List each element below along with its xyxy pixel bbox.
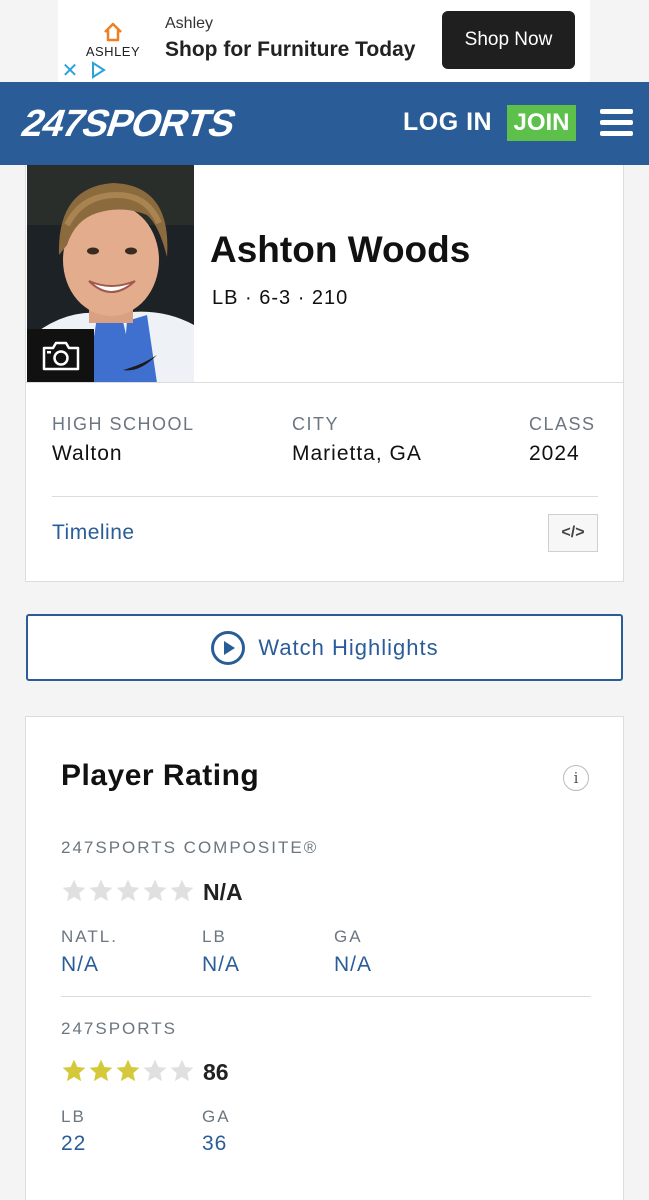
ashley-logo: ASHLEY bbox=[78, 22, 148, 59]
divider bbox=[61, 996, 591, 997]
high-school-label: HIGH SCHOOL bbox=[52, 414, 195, 434]
star-empty-icon bbox=[62, 879, 86, 902]
ad-close-icon[interactable]: ✕ bbox=[58, 58, 82, 82]
composite-state-value[interactable]: N/A bbox=[334, 953, 372, 977]
247sports-state-value[interactable]: 36 bbox=[202, 1132, 227, 1156]
class-value: 2024 bbox=[529, 442, 580, 465]
watch-highlights-label: Watch Highlights bbox=[258, 634, 439, 660]
logo-mark: 247SPORTS bbox=[16, 103, 241, 145]
play-icon bbox=[211, 630, 246, 665]
player-position-height-weight: LB · 6-3 · 210 bbox=[212, 287, 349, 309]
composite-position-label: LB bbox=[202, 927, 227, 946]
embed-code-icon: </> bbox=[561, 524, 585, 541]
composite-state-label: GA bbox=[334, 927, 363, 946]
adchoices-icon[interactable] bbox=[86, 58, 110, 82]
star-empty-icon bbox=[170, 1059, 194, 1082]
city-value: Marietta, GA bbox=[292, 442, 422, 465]
house-icon bbox=[104, 22, 122, 42]
watch-highlights-button[interactable]: Watch Highlights bbox=[26, 614, 623, 681]
247sports-position-label: LB bbox=[61, 1107, 86, 1126]
247sports-position-value[interactable]: 22 bbox=[61, 1132, 86, 1156]
composite-natl-value[interactable]: N/A bbox=[61, 953, 99, 977]
ad-headline[interactable]: Shop for Furniture Today bbox=[165, 38, 415, 62]
247sports-logo[interactable]: 247SPORTS bbox=[16, 103, 352, 147]
star-empty-icon bbox=[143, 1059, 167, 1082]
player-photo[interactable] bbox=[27, 165, 194, 383]
class-label: CLASS bbox=[529, 414, 596, 434]
timeline-link[interactable]: Timeline bbox=[52, 521, 135, 545]
ad-brand-word: ASHLEY bbox=[85, 44, 141, 59]
menu-icon[interactable] bbox=[600, 109, 633, 137]
star-empty-icon bbox=[143, 879, 167, 902]
star-empty-icon bbox=[170, 879, 194, 902]
login-link[interactable]: LOG IN bbox=[403, 108, 492, 137]
composite-position-value[interactable]: N/A bbox=[202, 953, 240, 977]
247sports-rating-label: 247SPORTS bbox=[61, 1019, 177, 1038]
star-empty-icon bbox=[89, 879, 113, 902]
ad-shop-now-button[interactable]: Shop Now bbox=[442, 11, 575, 69]
high-school-value[interactable]: Walton bbox=[52, 442, 123, 466]
divider bbox=[26, 382, 624, 383]
embed-code-button[interactable]: </> bbox=[548, 514, 598, 552]
star-empty-icon bbox=[116, 879, 140, 902]
composite-stars bbox=[61, 878, 196, 904]
star-filled-icon bbox=[62, 1059, 86, 1082]
player-name: Ashton Woods bbox=[210, 229, 471, 270]
ad-banner[interactable]: ASHLEY Ashley Shop for Furniture Today S… bbox=[58, 0, 590, 82]
ad-advertiser: Ashley bbox=[165, 15, 214, 32]
logo-text: 247SPORTS bbox=[17, 106, 241, 142]
star-filled-icon bbox=[116, 1059, 140, 1082]
camera-icon bbox=[42, 341, 79, 371]
site-header: 247SPORTS LOG IN JOIN bbox=[0, 82, 649, 165]
247sports-score: 86 bbox=[203, 1059, 229, 1085]
star-filled-icon bbox=[89, 1059, 113, 1082]
composite-natl-label: NATL. bbox=[61, 927, 118, 946]
247sports-state-label: GA bbox=[202, 1107, 231, 1126]
composite-label: 247SPORTS COMPOSITE® bbox=[61, 838, 319, 857]
player-rating-title: Player Rating bbox=[61, 759, 260, 792]
join-button[interactable]: JOIN bbox=[507, 105, 576, 141]
divider bbox=[52, 496, 598, 497]
player-rating-card: Player Rating i 247SPORTS COMPOSITE® N/A… bbox=[25, 716, 624, 1200]
city-label: CITY bbox=[292, 414, 340, 434]
247sports-stars bbox=[61, 1058, 196, 1084]
camera-button[interactable] bbox=[27, 329, 94, 383]
info-icon[interactable]: i bbox=[563, 765, 589, 791]
composite-score: N/A bbox=[203, 879, 243, 905]
player-profile-card: Ashton Woods LB · 6-3 · 210 HIGH SCHOOL … bbox=[25, 165, 624, 582]
